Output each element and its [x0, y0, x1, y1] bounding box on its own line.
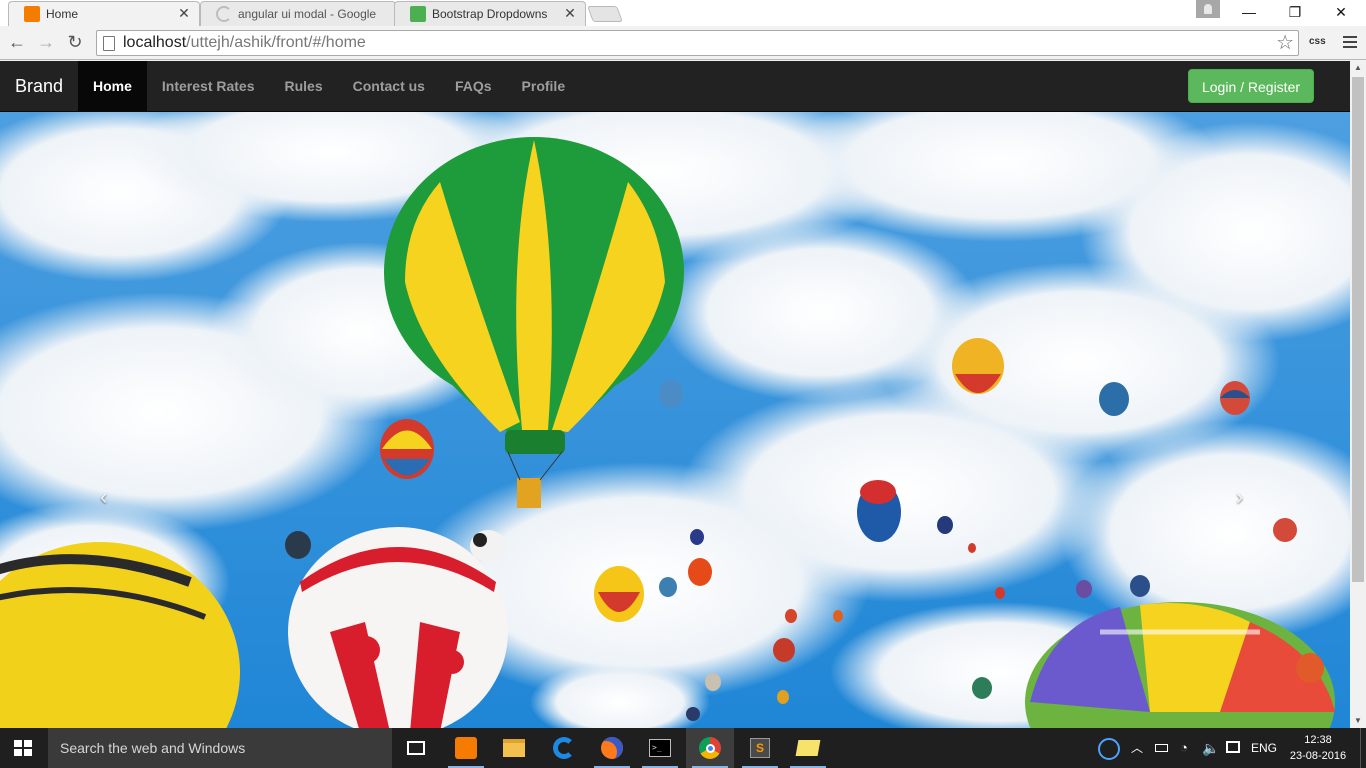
nav-item-interest-rates[interactable]: Interest Rates: [147, 61, 270, 111]
user-profile-icon[interactable]: [1196, 0, 1220, 18]
reload-icon[interactable]: ↻: [64, 31, 86, 53]
wifi-icon[interactable]: ◔: [1180, 728, 1188, 768]
browser-toolbar: ← → ↻ localhost/uttejh/ashik/front/#/hom…: [0, 26, 1366, 60]
nav-item-profile[interactable]: Profile: [507, 61, 581, 111]
tab-strip: Home ✕ angular ui modal - Google Bootstr…: [0, 0, 1366, 26]
chrome-icon[interactable]: [686, 728, 734, 768]
scroll-up-icon[interactable]: ▲: [1350, 61, 1366, 75]
carousel-next-button[interactable]: ›: [1236, 484, 1243, 510]
url-path: /uttejh/ashik/front/#/home: [186, 34, 366, 51]
hot-air-balloons-image: [0, 112, 1350, 728]
tab-title: angular ui modal - Google: [238, 6, 377, 21]
url-host: localhost: [123, 34, 187, 51]
page-scrollbar[interactable]: ▲ ▼: [1350, 61, 1366, 728]
nav-item-contact-us[interactable]: Contact us: [338, 61, 440, 111]
carousel-prev-button[interactable]: ‹: [100, 484, 107, 510]
page-icon: [103, 35, 115, 51]
close-icon[interactable]: ✕: [176, 5, 192, 22]
login-register-button[interactable]: Login / Register: [1188, 69, 1314, 103]
volume-icon[interactable]: 🔈: [1202, 728, 1219, 768]
bookmark-star-icon[interactable]: ☆: [1276, 31, 1294, 55]
site-navbar: Brand Home Interest Rates Rules Contact …: [0, 61, 1350, 112]
sublime-icon[interactable]: S: [736, 728, 784, 768]
tab-title: Home: [46, 6, 79, 21]
windows-taskbar: Search the web and Windows >_ S ︿ ◔ 🔈 EN…: [0, 728, 1366, 768]
address-bar[interactable]: localhost/uttejh/ashik/front/#/home ☆: [96, 30, 1299, 56]
network-tray-icon[interactable]: [1098, 728, 1120, 768]
tab-home[interactable]: Home ✕: [8, 1, 200, 26]
nav-item-rules[interactable]: Rules: [270, 61, 338, 111]
loading-icon: [216, 5, 232, 22]
show-desktop-button[interactable]: [1360, 728, 1366, 768]
xampp-icon: [24, 5, 40, 22]
clock-date: 23-08-2016: [1289, 750, 1347, 762]
css-extension-button[interactable]: css: [1309, 36, 1326, 47]
restore-button[interactable]: ❐: [1272, 0, 1318, 24]
navbar-brand[interactable]: Brand: [15, 61, 63, 111]
sticky-notes-icon[interactable]: [784, 728, 832, 768]
tab-angular-ui-modal[interactable]: angular ui modal - Google: [200, 1, 396, 26]
forward-icon[interactable]: →: [35, 31, 57, 53]
nav-menu: Home Interest Rates Rules Contact us FAQ…: [78, 61, 580, 111]
close-icon[interactable]: ✕: [562, 5, 578, 22]
battery-icon[interactable]: [1155, 728, 1168, 768]
minimize-button[interactable]: —: [1226, 0, 1272, 24]
nav-item-home[interactable]: Home: [78, 61, 147, 111]
file-explorer-icon[interactable]: [490, 728, 538, 768]
page-viewport: Brand Home Interest Rates Rules Contact …: [0, 61, 1350, 728]
scroll-down-icon[interactable]: ▼: [1350, 714, 1366, 728]
language-indicator[interactable]: ENG: [1251, 728, 1277, 768]
chevron-up-icon[interactable]: ︿: [1131, 728, 1143, 768]
w3schools-icon: [410, 5, 426, 22]
firefox-icon[interactable]: [588, 728, 636, 768]
taskbar-search-box[interactable]: Search the web and Windows: [48, 728, 392, 768]
clock-time: 12:38: [1304, 734, 1332, 746]
tab-bootstrap-dropdowns[interactable]: Bootstrap Dropdowns ✕: [394, 1, 586, 26]
xampp-icon[interactable]: [442, 728, 490, 768]
chrome-menu-icon[interactable]: [1343, 36, 1357, 48]
edge-icon[interactable]: [540, 728, 588, 768]
close-window-button[interactable]: ✕: [1318, 0, 1364, 24]
nav-item-faqs[interactable]: FAQs: [440, 61, 507, 111]
system-clock[interactable]: 12:38 23-08-2016: [1288, 732, 1348, 764]
task-view-icon[interactable]: [392, 728, 440, 768]
action-center-icon[interactable]: [1226, 728, 1240, 768]
windows-start-icon[interactable]: [14, 740, 32, 756]
back-icon[interactable]: ←: [6, 31, 28, 53]
scrollbar-thumb[interactable]: [1352, 77, 1364, 582]
new-tab-button[interactable]: [587, 6, 623, 22]
tab-title: Bootstrap Dropdowns: [432, 6, 548, 21]
cmd-icon[interactable]: >_: [636, 728, 684, 768]
hero-carousel: ‹ ›: [0, 112, 1350, 728]
